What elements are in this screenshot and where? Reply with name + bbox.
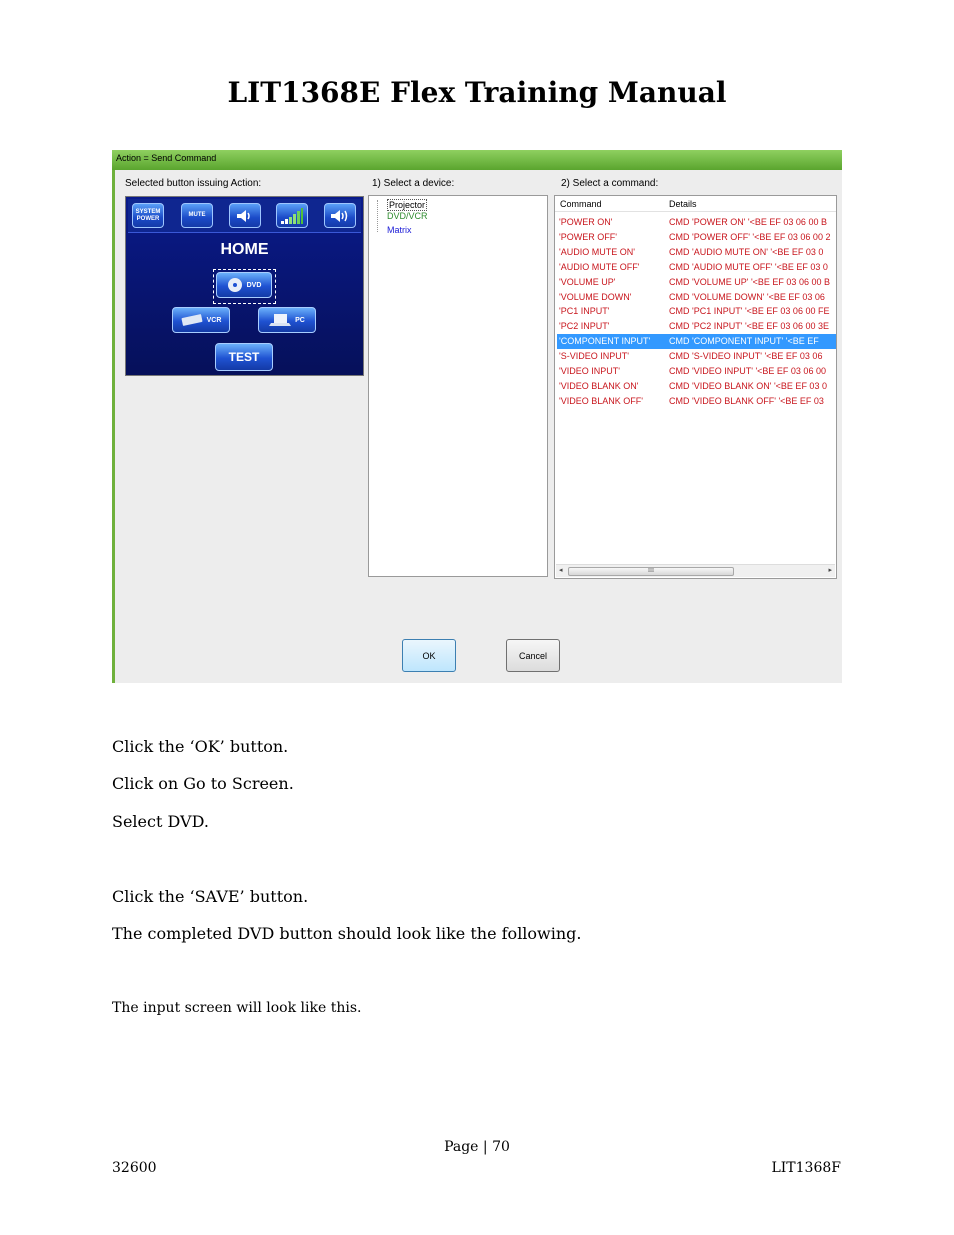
details-cell: CMD 'POWER OFF' '<BE EF 03 06 00 2 [669, 231, 831, 242]
test-button[interactable]: TEST [215, 343, 273, 371]
volume-up-icon [324, 203, 356, 228]
table-row[interactable]: 'PC2 INPUT' CMD 'PC2 INPUT' '<BE EF 03 06… [557, 319, 836, 334]
table-row[interactable]: 'VIDEO INPUT' CMD 'VIDEO INPUT' '<BE EF 0… [557, 364, 836, 379]
scroll-right-icon[interactable]: ▸ [828, 566, 832, 574]
laptop-icon [269, 314, 292, 326]
command-cell: 'VIDEO INPUT' [559, 366, 620, 376]
details-cell: CMD 'S-VIDEO INPUT' '<BE EF 03 06 [669, 351, 823, 362]
device-list: Projector DVD/VCR Matrix [368, 195, 548, 577]
device-item-matrix[interactable]: Matrix [387, 225, 412, 235]
command-cell: 'VOLUME UP' [559, 276, 616, 287]
details-cell: CMD 'COMPONENT INPUT' '<BE EF [669, 336, 819, 347]
ok-button[interactable]: OK [402, 639, 456, 672]
table-row[interactable]: 'S-VIDEO INPUT' CMD 'S-VIDEO INPUT' '<BE … [557, 349, 836, 364]
footer-right-code: LIT1368F [771, 1160, 841, 1176]
disc-icon [227, 278, 242, 292]
selected-button-label: Selected button issuing Action: [125, 178, 262, 189]
command-cell: 'POWER ON' [559, 217, 613, 227]
select-device-label: 1) Select a device: [372, 178, 455, 189]
table-row[interactable]: 'COMPONENT INPUT' CMD 'COMPONENT INPUT' '… [557, 334, 836, 350]
dialog-titlebar: Action = Send Command [112, 150, 842, 170]
command-grid: Command Details 'POWER ON' CMD 'POWER ON'… [554, 195, 837, 579]
preview-top-bar: SYSTEM POWER MUTE [128, 199, 361, 233]
details-cell: CMD 'VIDEO BLANK ON' '<BE EF 03 0 [669, 380, 827, 391]
mute-button: MUTE [181, 203, 213, 228]
table-row[interactable]: 'AUDIO MUTE ON' CMD 'AUDIO MUTE ON' '<BE … [557, 245, 836, 260]
scroll-left-icon[interactable]: ◂ [559, 566, 563, 574]
home-label: HOME [220, 241, 269, 258]
device-item-projector[interactable]: Projector [387, 199, 428, 211]
vcr-button[interactable]: VCR [172, 307, 230, 333]
command-cell: 'COMPONENT INPUT' [559, 336, 651, 347]
horizontal-scrollbar[interactable]: ◂ III ▸ [556, 564, 835, 577]
instruction-text: Click on Go to Screen. [112, 774, 294, 793]
command-cell: 'POWER OFF' [559, 231, 617, 242]
button-preview-panel: SYSTEM POWER MUTE HOME DVD VCR PC TEST [125, 196, 364, 376]
device-item-dvd-vcr[interactable]: DVD/VCR [387, 211, 428, 221]
table-row[interactable]: 'VIDEO BLANK OFF' CMD 'VIDEO BLANK OFF' '… [557, 394, 836, 409]
details-cell: CMD 'VIDEO INPUT' '<BE EF 03 06 00 [669, 366, 826, 376]
volume-down-icon [229, 203, 261, 228]
command-cell: 'AUDIO MUTE ON' [559, 246, 635, 257]
system-power-button: SYSTEM POWER [132, 203, 164, 228]
grid-header: Command Details [555, 196, 836, 212]
pc-button[interactable]: PC [258, 307, 316, 333]
page-title: LIT1368E Flex Training Manual [227, 76, 727, 109]
pc-button-label: PC [295, 316, 305, 324]
dialog-body: Selected button issuing Action: 1) Selec… [115, 170, 842, 683]
details-cell: CMD 'VIDEO BLANK OFF' '<BE EF 03 [669, 395, 824, 406]
table-row[interactable]: 'VIDEO BLANK ON' CMD 'VIDEO BLANK ON' '<B… [557, 379, 836, 394]
details-cell: CMD 'VOLUME UP' '<BE EF 03 06 00 B [669, 276, 830, 287]
details-cell: CMD 'PC2 INPUT' '<BE EF 03 06 00 3E [669, 321, 829, 332]
command-cell: 'PC1 INPUT' [559, 306, 610, 317]
dvd-button[interactable]: DVD [216, 272, 272, 298]
instruction-text: The completed DVD button should look lik… [112, 924, 582, 943]
command-cell: 'VIDEO BLANK ON' [559, 380, 639, 391]
dvd-button-label: DVD [246, 281, 262, 289]
table-row[interactable]: 'VOLUME DOWN' CMD 'VOLUME DOWN' '<BE EF 0… [557, 290, 836, 305]
tree-connector [377, 200, 378, 232]
details-cell: CMD 'POWER ON' '<BE EF 03 06 00 B [669, 217, 827, 227]
instruction-text: Select DVD. [112, 812, 209, 831]
table-row[interactable]: 'PC1 INPUT' CMD 'PC1 INPUT' '<BE EF 03 06… [557, 304, 836, 319]
instruction-text: The input screen will look like this. [112, 1000, 362, 1016]
command-cell: 'S-VIDEO INPUT' [559, 351, 629, 362]
details-cell: CMD 'AUDIO MUTE OFF' '<BE EF 03 0 [669, 261, 828, 272]
table-row[interactable]: 'POWER OFF' CMD 'POWER OFF' '<BE EF 03 06… [557, 230, 836, 245]
table-row[interactable]: 'VOLUME UP' CMD 'VOLUME UP' '<BE EF 03 06… [557, 275, 836, 290]
details-cell: CMD 'AUDIO MUTE ON' '<BE EF 03 0 [669, 246, 824, 257]
scroll-thumb[interactable]: III [568, 567, 734, 576]
page-number: Page | 70 [444, 1139, 510, 1155]
dialog-title: Action = Send Command [116, 153, 217, 163]
footer-left-code: 32600 [112, 1160, 157, 1176]
command-cell: 'AUDIO MUTE OFF' [559, 261, 640, 272]
cancel-button[interactable]: Cancel [506, 639, 560, 672]
command-cell: 'PC2 INPUT' [559, 321, 610, 332]
instruction-text: Click the ‘OK’ button. [112, 737, 289, 756]
details-cell: CMD 'VOLUME DOWN' '<BE EF 03 06 [669, 291, 825, 302]
send-command-dialog: Action = Send Command Selected button is… [112, 150, 842, 683]
command-cell: 'VIDEO BLANK OFF' [559, 395, 643, 406]
column-header-command[interactable]: Command [560, 199, 602, 209]
command-cell: 'VOLUME DOWN' [559, 291, 632, 302]
table-row[interactable]: 'POWER ON' CMD 'POWER ON' '<BE EF 03 06 0… [557, 215, 836, 230]
instruction-text: Click the ‘SAVE’ button. [112, 887, 309, 906]
volume-level-icon [276, 203, 308, 228]
vcr-button-label: VCR [206, 316, 222, 324]
details-cell: CMD 'PC1 INPUT' '<BE EF 03 06 00 FE [669, 306, 830, 317]
table-row[interactable]: 'AUDIO MUTE OFF' CMD 'AUDIO MUTE OFF' '<B… [557, 260, 836, 275]
column-header-details[interactable]: Details [669, 199, 697, 209]
vcr-tape-icon [181, 314, 203, 326]
select-command-label: 2) Select a command: [561, 178, 659, 189]
